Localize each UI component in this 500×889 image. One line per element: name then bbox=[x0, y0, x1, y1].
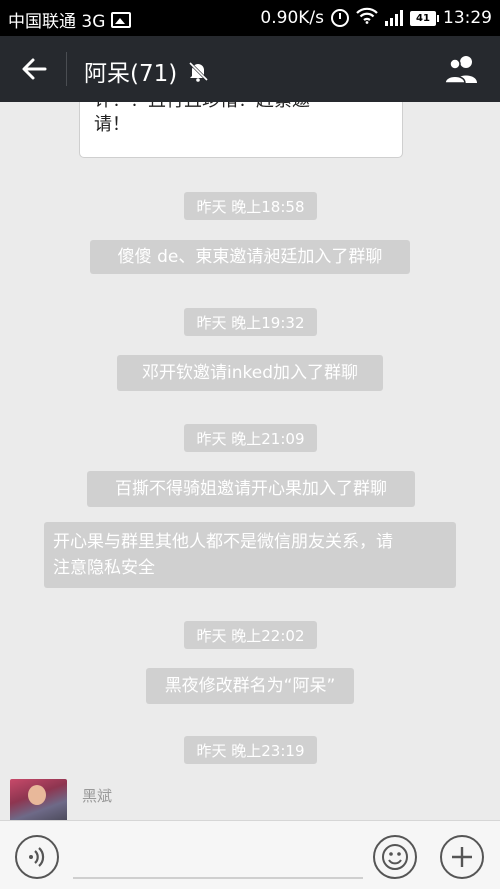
system-message-line: 注意隐私安全 bbox=[53, 558, 155, 578]
timestamp-label: 昨天 晚上19:32 bbox=[184, 308, 317, 336]
chat-header: 阿呆(71) bbox=[0, 36, 500, 102]
plus-icon bbox=[452, 847, 472, 867]
status-right: 0.90K/s 41 13:29 bbox=[260, 7, 492, 29]
timestamp-label: 昨天 晚上21:09 bbox=[184, 424, 317, 452]
message-text: 许！！且行且珍惜！赶紧邀 bbox=[94, 102, 388, 113]
message-text: 请！ bbox=[94, 114, 130, 135]
system-message-line: 开心果与群里其他人都不是微信朋友关系，请 bbox=[53, 532, 393, 552]
avatar[interactable] bbox=[10, 779, 67, 820]
arrow-left-icon bbox=[22, 58, 47, 80]
system-message: 开心果与群里其他人都不是微信朋友关系，请 注意隐私安全 bbox=[44, 522, 456, 588]
chat-title-text: 阿呆(71) bbox=[84, 61, 178, 87]
wifi-icon bbox=[356, 7, 378, 29]
message-input[interactable] bbox=[73, 835, 363, 879]
chat-message-list[interactable]: 许！！且行且珍惜！赶紧邀 请！ 昨天 晚上18:58 傻傻 de、東東邀请昶廷加… bbox=[0, 102, 500, 820]
system-message: 邓开钦邀请inked加入了群聊 bbox=[117, 355, 383, 391]
alarm-icon bbox=[331, 9, 349, 27]
system-message: 傻傻 de、東東邀请昶廷加入了群聊 bbox=[90, 240, 410, 274]
back-button[interactable] bbox=[14, 51, 54, 87]
status-left: 中国联通 3G bbox=[8, 7, 132, 32]
bell-off-icon bbox=[187, 60, 209, 82]
status-bar: 中国联通 3G 0.90K/s 41 13:29 bbox=[0, 0, 500, 36]
title-divider bbox=[66, 52, 67, 86]
network-speed: 0.90K/s bbox=[260, 8, 324, 28]
timestamp-label: 昨天 晚上23:19 bbox=[184, 736, 317, 764]
signal-icon bbox=[385, 10, 403, 26]
voice-icon bbox=[29, 847, 45, 867]
carrier-label: 中国联通 3G bbox=[8, 12, 106, 32]
sender-name: 黑斌 bbox=[82, 787, 113, 805]
system-message: 百撕不得骑姐邀请开心果加入了群聊 bbox=[87, 471, 415, 507]
input-bar bbox=[0, 820, 500, 889]
image-notification-icon bbox=[111, 11, 132, 28]
timestamp-label: 昨天 晚上18:58 bbox=[184, 192, 317, 220]
battery-icon: 41 bbox=[410, 10, 439, 26]
emoji-button[interactable] bbox=[373, 835, 417, 879]
group-members-button[interactable] bbox=[442, 54, 482, 84]
group-members-icon bbox=[444, 56, 477, 84]
more-options-button[interactable] bbox=[440, 835, 484, 879]
emoji-icon bbox=[382, 844, 408, 870]
voice-input-button[interactable] bbox=[15, 835, 59, 879]
clock: 13:29 bbox=[443, 8, 492, 28]
chat-title: 阿呆(71) bbox=[84, 54, 209, 88]
message-bubble[interactable]: 许！！且行且珍惜！赶紧邀 请！ bbox=[79, 102, 403, 158]
timestamp-label: 昨天 晚上22:02 bbox=[184, 621, 317, 649]
system-message: 黑夜修改群名为“阿呆” bbox=[146, 668, 354, 704]
